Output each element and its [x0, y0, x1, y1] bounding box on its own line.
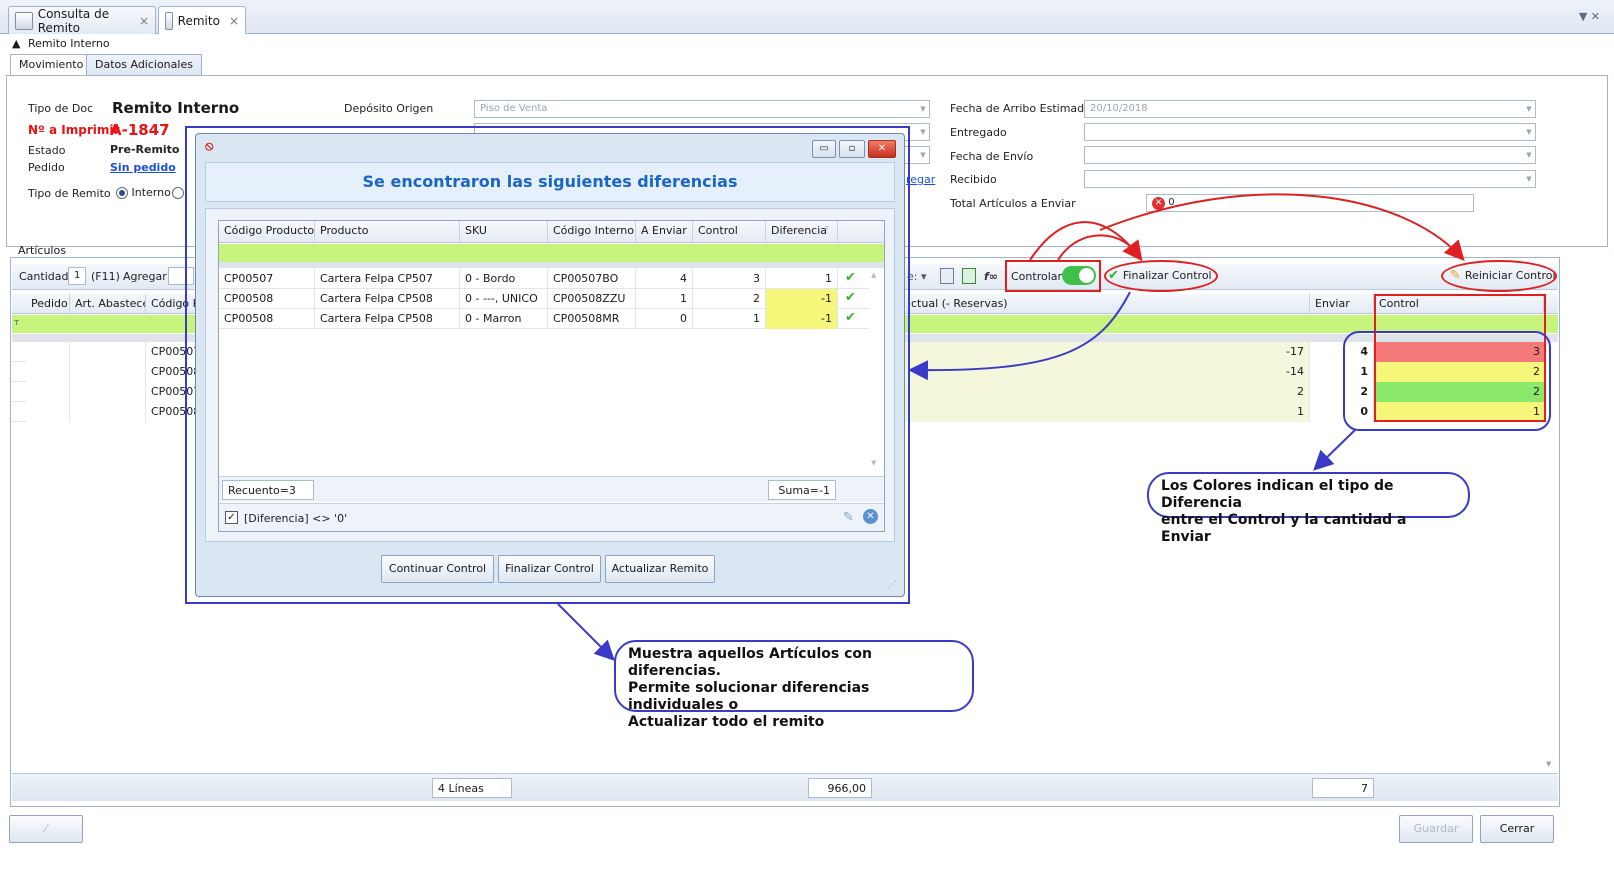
callout-line: Permite solucionar diferencias individua…: [628, 680, 870, 713]
arrow-colors-to-callout: [1313, 429, 1356, 471]
arrow-dialog-to-callout: [557, 603, 615, 661]
arrow-controlar-to-reiniciar: [1099, 193, 1465, 261]
callout-line: Los Colores indican el tipo de Diferenci…: [1161, 478, 1394, 511]
callout-line: Actualizar todo el remito: [628, 714, 825, 730]
callout-colors-explanation: Los Colores indican el tipo de Diferenci…: [1147, 472, 1470, 545]
annotation-arrows: [557, 193, 1465, 661]
callout-line: Muestra aquellos Artículos con diferenci…: [628, 646, 873, 679]
callout-line: entre el Control y la cantidad a Enviar: [1161, 512, 1407, 545]
arrow-controlar-to-finalizar-inner: [1057, 234, 1141, 261]
arrow-finalizar-to-dialog: [908, 291, 1131, 381]
callout-dialog-explanation: Muestra aquellos Artículos con diferenci…: [614, 640, 974, 730]
